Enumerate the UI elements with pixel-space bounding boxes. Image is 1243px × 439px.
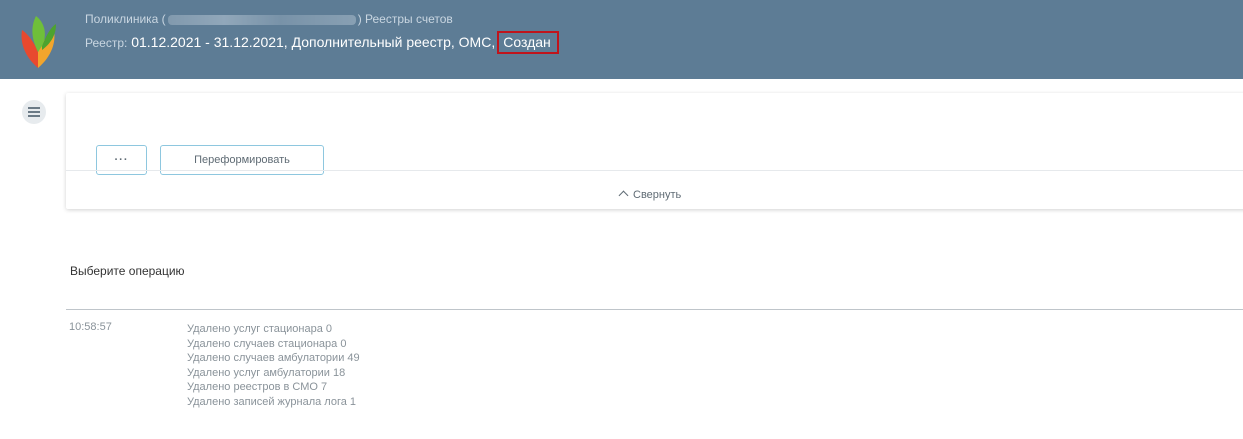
log-line: Удалено записей журнала лога 1 — [187, 395, 357, 408]
collapse-label: Свернуть — [633, 189, 682, 201]
redacted-text — [167, 14, 356, 25]
log-lines: Удалено услуг стационара 0 Удалено случа… — [187, 322, 360, 410]
registry-value: 01.12.2021 - 31.12.2021, Дополнительный … — [131, 34, 496, 50]
registry-info: Реестр: 01.12.2021 - 31.12.2021, Дополни… — [85, 31, 559, 54]
actions-card: ··· Переформировать Свернуть — [66, 93, 1243, 209]
log-time: 10:58:57 — [69, 321, 112, 333]
chevron-up-icon — [618, 190, 629, 201]
log-line: Удалено случаев стационара 0 — [187, 337, 347, 350]
breadcrumb-clinic[interactable]: Поликлиника ( — [85, 12, 166, 26]
status-badge: Создан — [497, 31, 559, 54]
app-header: Поликлиника ( ) Реестры счетов Реестр: 01… — [0, 0, 1243, 79]
breadcrumb-registries[interactable]: ) Реестры счетов — [358, 12, 453, 26]
log-line: Удалено услуг амбулатории 18 — [187, 366, 346, 379]
card-divider — [66, 170, 1243, 171]
registry-label: Реестр: — [85, 36, 128, 50]
collapse-button[interactable]: Свернуть — [618, 189, 682, 201]
hamburger-icon — [28, 106, 40, 118]
log-line: Удалено услуг стационара 0 — [187, 323, 333, 335]
operations-title: Выберите операцию — [70, 264, 185, 278]
operations-divider — [66, 309, 1243, 310]
menu-button[interactable] — [22, 100, 46, 124]
log-line: Удалено случаев амбулатории 49 — [187, 352, 360, 365]
log-line: Удалено реестров в СМО 7 — [187, 381, 328, 394]
header-breadcrumb: Поликлиника ( ) Реестры счетов — [85, 12, 453, 26]
logo-icon — [21, 16, 56, 68]
